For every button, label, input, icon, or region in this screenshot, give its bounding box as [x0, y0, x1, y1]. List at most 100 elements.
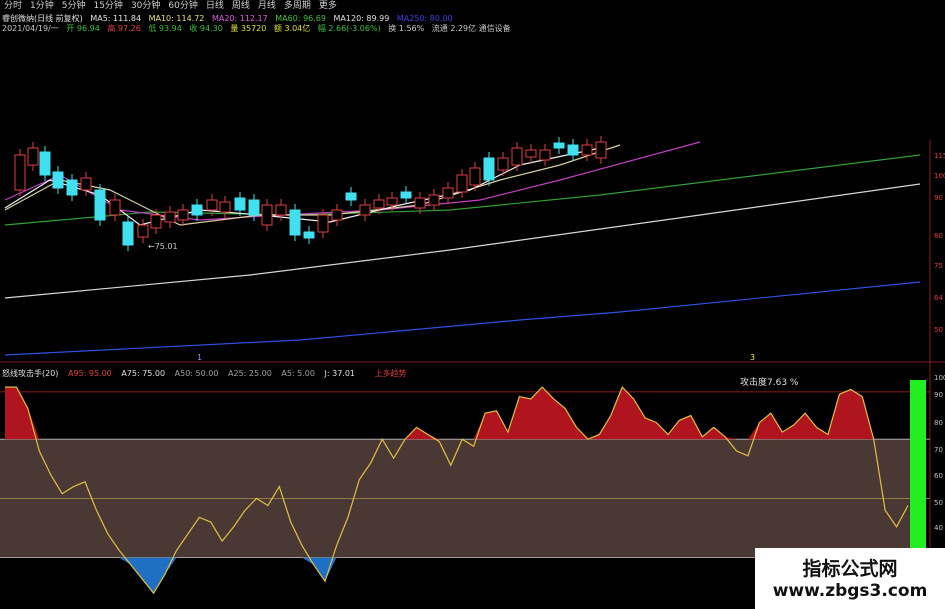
indicator-name[interactable]: 怒线攻击手(20): [2, 369, 58, 378]
candle-body: [261, 204, 273, 226]
indicator-axis-tick: 40: [934, 524, 943, 532]
ma5-value: MA5: 111.84: [90, 14, 142, 23]
candle-body: [94, 189, 106, 221]
candle-body: [456, 174, 468, 193]
candle-body: [442, 187, 454, 199]
candle-body: [177, 209, 189, 221]
quote-close: 收 94.30: [189, 24, 223, 33]
candle-body: [14, 154, 26, 191]
candle-body: [275, 204, 287, 216]
candle-body: [66, 179, 78, 196]
ma250-value: MA250: 80.00: [396, 14, 453, 23]
ma5-line: [4, 147, 601, 226]
quote-date: 2021/04/19/一: [2, 24, 59, 33]
period-tab[interactable]: 分时: [0, 0, 26, 12]
indicator-info-bar: 怒线攻击手(20) A95: 95.00 A75: 75.00 A50: 50.…: [2, 368, 414, 379]
indicator-guide-lines: [0, 391, 930, 559]
candle-body: [137, 224, 149, 238]
indicator-axis-tick: 70: [934, 446, 943, 454]
period-tab[interactable]: 1分钟: [26, 0, 58, 12]
attack-indicator-chart[interactable]: 攻击度7.63 % 10090807060504030: [0, 0, 945, 609]
period-tab[interactable]: 5分钟: [58, 0, 90, 12]
candle-body: [581, 144, 593, 156]
indicator-axis-tick: 50: [934, 499, 943, 507]
indicator-axis-tick: 60: [934, 472, 943, 480]
moving-average-lines: [4, 141, 921, 356]
candle-body: [206, 199, 218, 211]
candle-body: [525, 149, 537, 158]
a50-value: A50: 50.00: [174, 369, 219, 378]
period-tab[interactable]: 周线: [228, 0, 254, 12]
price-axis: 115 100 90 80 75 64 50: [934, 152, 945, 334]
candle-body: [39, 151, 51, 176]
period-tab[interactable]: 多周期: [280, 0, 315, 12]
price-axis-tick: 80: [934, 232, 943, 240]
candle-body: [248, 199, 260, 216]
candle-body: [567, 144, 579, 156]
site-watermark: 指标公式网 www.zbgs3.com: [755, 548, 945, 609]
candle-body: [219, 201, 231, 213]
attack-degree-label: 攻击度7.63 %: [740, 376, 799, 388]
quote-high: 高 97.26: [107, 24, 141, 33]
ma10-line: [4, 144, 621, 226]
period-tab[interactable]: 更多: [315, 0, 341, 12]
ma60-line: [4, 154, 921, 226]
candle-body: [511, 147, 523, 166]
ma20-line: [4, 141, 701, 221]
price-axis-tick: 64: [934, 294, 943, 302]
candle-body: [289, 209, 301, 236]
ma120-line: [4, 183, 921, 299]
candle-body: [191, 204, 203, 216]
period-toolbar: 分时 1分钟 5分钟 15分钟 30分钟 60分钟 日线 周线 月线 多周期 更多: [0, 0, 945, 12]
ma250-line: [4, 281, 921, 356]
candle-body: [469, 167, 481, 186]
price-axis-tick: 90: [934, 194, 943, 202]
price-axis-tick: 50: [934, 326, 943, 334]
period-tab[interactable]: 15分钟: [89, 0, 126, 12]
candle-body: [331, 209, 343, 221]
date-marker: 3: [750, 353, 755, 362]
price-axis-tick: 100: [934, 172, 945, 180]
quote-turnover: 换 1.56%: [388, 24, 425, 33]
ma20-value: MA20: 112.17: [211, 14, 268, 23]
period-tab[interactable]: 60分钟: [164, 0, 201, 12]
ma120-value: MA120: 89.99: [333, 14, 390, 23]
candle-body: [317, 214, 329, 233]
candle-body: [303, 231, 315, 239]
quote-low: 低 93.94: [148, 24, 182, 33]
candle-body: [27, 147, 39, 166]
quote-float: 流通 2.29亿 通信设备: [431, 24, 511, 33]
period-tab[interactable]: 月线: [254, 0, 280, 12]
price-axis-tick: 115: [934, 152, 945, 160]
candle-body: [122, 221, 134, 246]
watermark-title: 指标公式网: [802, 558, 898, 580]
indicator-axis-tick: 80: [934, 419, 943, 427]
ma10-value: MA10: 114.72: [148, 14, 205, 23]
indicator-axis-tick: 90: [934, 391, 943, 399]
price-axis-tick: 75: [934, 262, 943, 270]
quote-change: 幅 2.66(-3.06%): [317, 24, 381, 33]
candle-body: [595, 141, 607, 159]
j-value: J: 37.01: [324, 369, 356, 378]
a75-value: A75: 75.00: [121, 369, 166, 378]
quote-info-bar: 2021/04/19/一 开 96.94 高 97.26 低 93.94 收 9…: [2, 23, 516, 34]
candle-body: [539, 149, 551, 161]
candle-body: [345, 192, 357, 201]
period-tab[interactable]: 日线: [202, 0, 228, 12]
candle-body: [52, 171, 64, 189]
candle-body: [497, 157, 509, 171]
candle-body: [234, 197, 246, 211]
indicator-axis: 10090807060504030: [934, 374, 945, 557]
a5-value: A5: 5.00: [281, 369, 315, 378]
indicator-axis-tick: 100: [934, 374, 945, 382]
candle-body: [483, 157, 495, 181]
low-price-marker: ←75.01: [148, 242, 178, 251]
candle-body: [386, 197, 398, 206]
candle-body: [373, 199, 385, 209]
candle-body: [359, 204, 371, 216]
candle-body: [109, 199, 121, 216]
candlestick-chart[interactable]: ←75.01 1151009080756450 13: [0, 0, 945, 609]
stock-title: 睿创微纳(日线 前复权): [2, 14, 83, 23]
a25-value: A25: 25.00: [228, 369, 272, 378]
period-tab[interactable]: 30分钟: [127, 0, 164, 12]
